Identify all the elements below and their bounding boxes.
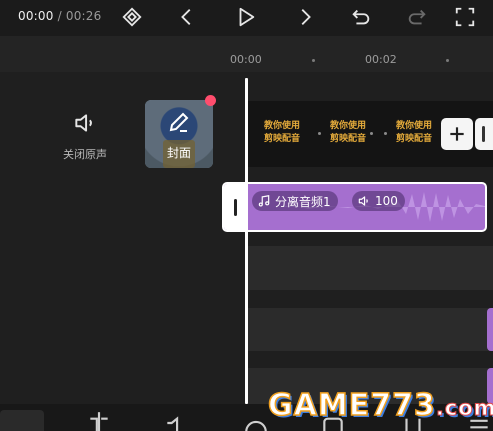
undo-icon[interactable] <box>347 4 375 30</box>
time-display: 00:00 / 00:26 <box>18 9 101 23</box>
add-clip-button[interactable] <box>441 118 473 150</box>
play-icon[interactable] <box>232 4 260 30</box>
redo-icon[interactable] <box>403 4 431 30</box>
speaker-icon <box>75 114 92 132</box>
empty-track-lane[interactable] <box>246 246 493 290</box>
volume-value: 100 <box>375 194 398 208</box>
video-frame: 教你使用 剪映配音 <box>395 121 432 144</box>
cover-label: 封面 <box>166 146 191 160</box>
next-icon[interactable] <box>291 4 319 30</box>
video-frame: 教你使用 剪映配音 <box>329 121 366 144</box>
clip-end-handle[interactable] <box>475 118 493 150</box>
audio-clip[interactable]: 分离音频1 100 <box>222 182 487 232</box>
split-icon[interactable] <box>86 410 112 431</box>
music-note-icon <box>258 195 270 207</box>
mute-original-audio-button[interactable]: 关闭原声 <box>55 110 115 162</box>
mute-label: 关闭原声 <box>63 148 107 161</box>
playhead[interactable] <box>245 78 248 404</box>
cover-button[interactable]: 封面 <box>145 100 213 168</box>
audio-name-chip: 分离音频1 <box>252 191 338 211</box>
ruler-dot <box>312 59 315 62</box>
video-frame: 教你使用 剪映配音 <box>263 121 300 144</box>
current-time: 00:00 <box>18 9 54 23</box>
site-watermark: GAME773.com <box>267 387 493 424</box>
prev-icon[interactable] <box>173 4 201 30</box>
clip-edge[interactable] <box>487 308 493 351</box>
notification-dot <box>205 95 216 106</box>
top-toolbar: 00:00 / 00:26 <box>0 0 493 36</box>
fullscreen-icon[interactable] <box>451 4 479 30</box>
time-ruler[interactable]: 00:00 00:02 <box>0 36 493 72</box>
ruler-tick: 00:02 <box>365 53 397 66</box>
plus-icon <box>450 127 464 141</box>
empty-track-lane[interactable] <box>246 308 493 351</box>
time-separator: / <box>53 9 66 23</box>
audio-clip-name: 分离音频1 <box>275 194 331 209</box>
keyframe-icon[interactable] <box>118 4 146 30</box>
ruler-tick: 00:00 <box>230 53 262 66</box>
volume-chip: 100 <box>352 191 405 211</box>
back-button[interactable] <box>0 410 44 431</box>
volume-tool-icon[interactable] <box>163 410 189 431</box>
volume-icon <box>358 196 368 206</box>
ruler-dot <box>446 59 449 62</box>
edit-pen-icon <box>169 112 189 132</box>
speed-icon[interactable] <box>243 410 269 431</box>
total-time: 00:26 <box>65 9 102 23</box>
